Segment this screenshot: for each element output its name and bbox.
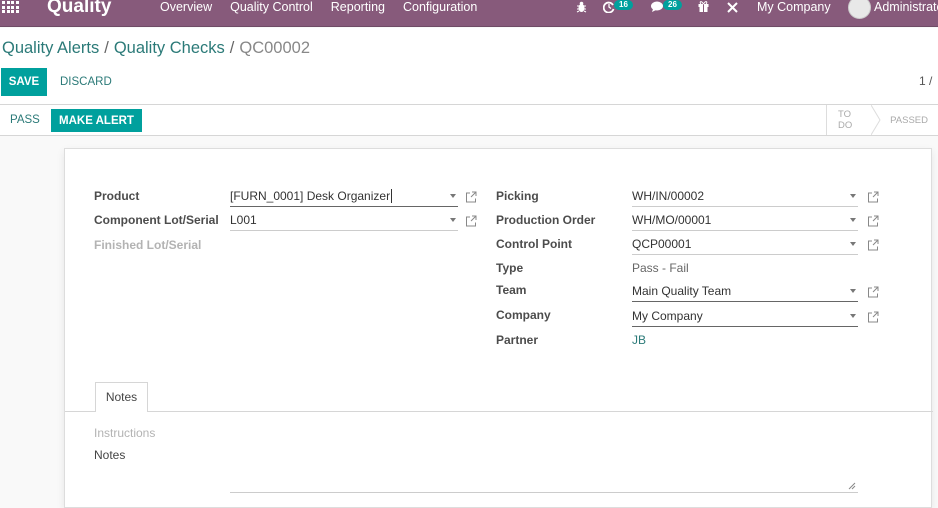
production-order-value: WH/MO/00001 bbox=[632, 213, 712, 227]
menu-overview[interactable]: Overview bbox=[160, 0, 212, 14]
menu-reporting[interactable]: Reporting bbox=[331, 0, 385, 14]
team-label: Team bbox=[496, 283, 527, 297]
instructions-label: Instructions bbox=[94, 426, 156, 440]
text-cursor bbox=[391, 189, 396, 203]
component-lot-field[interactable]: L001 bbox=[230, 211, 458, 231]
form-sheet: Product [FURN_0001] Desk Organizer Compo… bbox=[64, 148, 933, 508]
stage-arrow-icon bbox=[871, 105, 881, 135]
external-link-icon[interactable] bbox=[867, 286, 879, 298]
product-label: Product bbox=[94, 189, 140, 203]
app-name: Quality bbox=[47, 0, 112, 17]
dropdown-caret-icon[interactable] bbox=[450, 194, 456, 198]
discard-button[interactable]: DISCARD bbox=[54, 68, 118, 96]
company-field[interactable]: My Company bbox=[632, 307, 858, 327]
external-link-icon[interactable] bbox=[867, 191, 879, 203]
external-link-icon[interactable] bbox=[867, 215, 879, 227]
stage-passed[interactable]: PASSED bbox=[879, 115, 938, 126]
dropdown-caret-icon[interactable] bbox=[850, 314, 856, 318]
stage-pipeline: TO DO PASSED bbox=[826, 105, 938, 135]
save-button[interactable]: SAVE bbox=[1, 68, 47, 96]
component-lot-value: L001 bbox=[230, 213, 257, 227]
external-link-icon[interactable] bbox=[867, 311, 879, 323]
bug-icon[interactable] bbox=[576, 1, 587, 13]
tab-notes[interactable]: Notes bbox=[95, 382, 148, 412]
pass-button[interactable]: PASS bbox=[4, 109, 46, 131]
apps-menu-icon[interactable] bbox=[2, 1, 20, 15]
gift-icon[interactable] bbox=[698, 0, 709, 12]
external-link-icon[interactable] bbox=[465, 215, 477, 227]
production-order-label: Production Order bbox=[496, 213, 596, 227]
pager[interactable]: 1 / bbox=[919, 74, 932, 88]
partner-link[interactable]: JB bbox=[632, 333, 646, 347]
activity-count-badge: 16 bbox=[614, 0, 633, 10]
team-field[interactable]: Main Quality Team bbox=[632, 282, 858, 302]
dropdown-caret-icon[interactable] bbox=[450, 218, 456, 222]
message-count-badge: 26 bbox=[663, 0, 682, 10]
form-statusbar: PASS MAKE ALERT TO DO PASSED bbox=[0, 104, 938, 136]
finished-lot-label: Finished Lot/Serial bbox=[94, 238, 202, 252]
partner-label: Partner bbox=[496, 333, 539, 347]
external-link-icon[interactable] bbox=[867, 239, 879, 251]
notes-textarea[interactable] bbox=[230, 439, 858, 493]
dropdown-caret-icon[interactable] bbox=[850, 289, 856, 293]
breadcrumb-current: QC00002 bbox=[239, 39, 311, 57]
breadcrumb: Quality Alerts / Quality Checks / QC00002 bbox=[2, 39, 310, 58]
company-value: My Company bbox=[632, 309, 703, 323]
company-switcher[interactable]: My Company bbox=[757, 0, 831, 14]
company-label: Company bbox=[496, 308, 551, 322]
dropdown-caret-icon[interactable] bbox=[850, 218, 856, 222]
tools-icon[interactable] bbox=[727, 2, 738, 13]
type-value: Pass - Fail bbox=[632, 261, 689, 275]
notes-label: Notes bbox=[94, 448, 126, 462]
team-value: Main Quality Team bbox=[632, 284, 732, 298]
make-alert-button[interactable]: MAKE ALERT bbox=[51, 109, 142, 132]
control-point-field[interactable]: QCP00001 bbox=[632, 235, 858, 255]
user-avatar[interactable] bbox=[848, 0, 871, 19]
picking-label: Picking bbox=[496, 189, 539, 203]
picking-value: WH/IN/00002 bbox=[632, 189, 705, 203]
control-point-value: QCP00001 bbox=[632, 237, 692, 251]
breadcrumb-separator: / bbox=[104, 39, 109, 57]
product-value: [FURN_0001] Desk Organizer bbox=[230, 189, 391, 203]
production-order-field[interactable]: WH/MO/00001 bbox=[632, 211, 858, 231]
breadcrumb-quality-alerts[interactable]: Quality Alerts bbox=[2, 39, 99, 57]
dropdown-caret-icon[interactable] bbox=[850, 242, 856, 246]
main-menu: Overview Quality Control Reporting Confi… bbox=[160, 0, 495, 14]
stage-to-do[interactable]: TO DO bbox=[827, 109, 871, 131]
notebook-tab-bar bbox=[65, 411, 933, 412]
external-link-icon[interactable] bbox=[465, 191, 477, 203]
product-field[interactable]: [FURN_0001] Desk Organizer bbox=[230, 187, 458, 207]
picking-field[interactable]: WH/IN/00002 bbox=[632, 187, 858, 207]
breadcrumb-separator: / bbox=[229, 39, 235, 57]
user-menu[interactable]: Administrator bbox=[874, 0, 938, 14]
component-lot-label: Component Lot/Serial bbox=[94, 213, 219, 227]
control-point-label: Control Point bbox=[496, 237, 572, 251]
type-label: Type bbox=[496, 261, 524, 275]
top-navbar: Quality Overview Quality Control Reporti… bbox=[0, 0, 938, 27]
resize-handle-icon[interactable] bbox=[848, 482, 856, 490]
dropdown-caret-icon[interactable] bbox=[850, 194, 856, 198]
menu-configuration[interactable]: Configuration bbox=[403, 0, 477, 14]
breadcrumb-quality-checks[interactable]: Quality Checks bbox=[114, 39, 225, 57]
menu-quality-control[interactable]: Quality Control bbox=[230, 0, 313, 14]
